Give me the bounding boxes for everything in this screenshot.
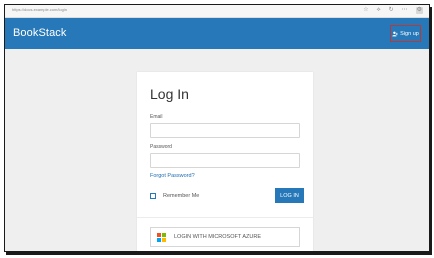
email-label: Email — [150, 114, 163, 120]
app-logo[interactable]: BookStack — [13, 27, 66, 39]
signup-label: Sign up — [400, 30, 419, 37]
page-title: Log In — [150, 86, 189, 102]
extension-icon[interactable]: ⟡ — [377, 7, 381, 14]
login-button[interactable]: LOG IN — [275, 188, 304, 203]
password-field[interactable] — [150, 153, 300, 168]
browser-icons: ☆ ⟡ ↻ ⋯ ⚙ — [363, 7, 423, 14]
signup-button[interactable]: Sign up — [390, 25, 421, 42]
azure-login-label: LOGIN WITH MICROSOFT AZURE — [174, 234, 261, 240]
app-header: BookStack Sign up — [5, 18, 429, 49]
password-label: Password — [150, 144, 172, 150]
email-field[interactable] — [150, 123, 300, 138]
menu-icon[interactable]: ⋯ — [402, 7, 408, 14]
settings-icon[interactable]: ⚙ — [415, 7, 423, 14]
user-plus-icon — [392, 31, 399, 36]
remember-label: Remember Me — [163, 193, 200, 199]
forgot-password-link[interactable]: Forgot Password? — [150, 173, 195, 179]
browser-toolbar: https://docs.example.com/login ☆ ⟡ ↻ ⋯ ⚙ — [5, 5, 429, 18]
refresh-icon[interactable]: ↻ — [389, 7, 394, 14]
remember-checkbox[interactable] — [150, 193, 156, 199]
browser-window: https://docs.example.com/login ☆ ⟡ ↻ ⋯ ⚙… — [4, 4, 430, 252]
login-card: Log In Email Password Forgot Password? R… — [137, 72, 313, 251]
address-bar[interactable]: https://docs.example.com/login — [12, 7, 67, 12]
azure-login-button[interactable]: LOGIN WITH MICROSOFT AZURE — [150, 227, 300, 247]
remember-me[interactable]: Remember Me — [150, 193, 199, 199]
divider — [137, 217, 313, 218]
star-icon[interactable]: ☆ — [363, 7, 368, 14]
microsoft-icon — [157, 232, 166, 242]
